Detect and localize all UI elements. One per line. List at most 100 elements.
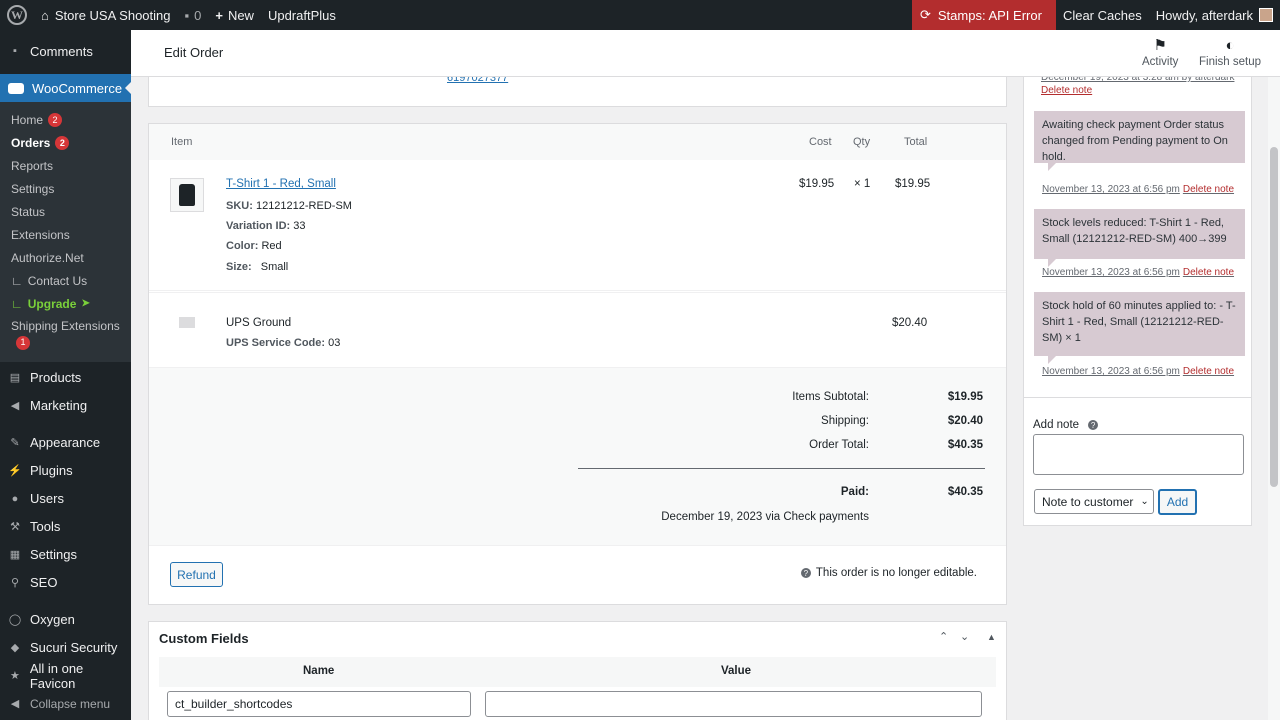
note-meta: November 13, 2023 at 6:56 pm Delete note: [1042, 184, 1235, 195]
col-cost: Cost: [809, 136, 832, 148]
order-note: Stock hold of 60 minutes applied to: - T…: [1034, 292, 1245, 364]
note-type-select[interactable]: Note to customer ⌄: [1034, 489, 1154, 514]
sidebar-item-sucuri[interactable]: ◆ Sucuri Security: [0, 634, 131, 662]
sidebar-item-extensions[interactable]: Extensions: [0, 223, 131, 246]
sidebar-item-settings-main[interactable]: ▦ Settings: [0, 541, 131, 569]
toggle-panel-icon[interactable]: ▲: [987, 632, 996, 642]
sidebar-item-products[interactable]: ▤ Products: [0, 364, 131, 392]
sidebar-item-marketing[interactable]: ◀ Marketing: [0, 392, 131, 420]
sidebar-item-home[interactable]: Home 2: [0, 108, 131, 131]
shipping-total: $20.40: [892, 317, 928, 329]
paintbrush-icon: ✎: [10, 436, 20, 449]
delete-note-link[interactable]: Delete note: [1183, 366, 1234, 377]
item-qty: × 1: [854, 178, 871, 190]
product-link[interactable]: T-Shirt 1 - Red, Small: [226, 178, 336, 190]
paid-label: Paid:: [840, 486, 869, 498]
new-content-link[interactable]: + New: [208, 0, 261, 30]
help-icon: ?: [1088, 420, 1099, 430]
order-note: Awaiting check payment Order status chan…: [1034, 111, 1245, 171]
help-icon: ?: [800, 568, 811, 578]
delete-note-link[interactable]: Delete note: [1041, 85, 1092, 96]
sidebar-item-oxygen[interactable]: ◯ Oxygen: [0, 606, 131, 634]
col-item: Item: [171, 136, 193, 148]
sidebar-item-contact[interactable]: ∟ Contact Us: [0, 269, 131, 292]
refund-button[interactable]: Refund: [170, 562, 223, 587]
shipping-value: $20.40: [947, 415, 983, 427]
clear-caches-link[interactable]: Clear Caches: [1056, 0, 1149, 30]
item-total: $19.95: [895, 178, 931, 190]
custom-fields-header: Name Value: [159, 657, 996, 687]
delete-note-link[interactable]: Delete note: [1183, 184, 1234, 195]
site-name-link[interactable]: ⌂ Store USA Shooting: [34, 0, 178, 30]
sidebar-item-users[interactable]: ● Users: [0, 485, 131, 513]
page-title: Edit Order: [164, 45, 224, 60]
page-scrollbar[interactable]: [1268, 77, 1280, 720]
sidebar-item-plugins[interactable]: ⚡ Plugins: [0, 457, 131, 485]
oxygen-icon: ◯: [8, 613, 22, 626]
items-table-header: Item Cost Qty Total: [149, 124, 1006, 160]
updraftplus-link[interactable]: UpdraftPlus: [261, 0, 343, 30]
stamps-api-error[interactable]: ⟳ Stamps: API Error: [911, 0, 1056, 30]
sub-arrow-icon: ∟: [11, 296, 23, 311]
search-icon: ⚲: [10, 576, 20, 589]
sidebar-item-tools[interactable]: ⚒ Tools: [0, 513, 131, 541]
comments-link[interactable]: ▪ 0: [178, 0, 209, 30]
add-note-textarea[interactable]: [1033, 434, 1244, 475]
col-total: Total: [904, 136, 928, 148]
custom-fields-title: Custom Fields: [159, 631, 249, 646]
ups-service-code: UPS Service Code: 03: [226, 337, 341, 349]
sidebar-item-favicon[interactable]: ★ All in one Favicon: [0, 661, 131, 691]
shipping-label: Shipping:: [821, 415, 869, 427]
half-circle-icon: ◐: [1225, 37, 1235, 54]
custom-field-value-input[interactable]: [485, 691, 982, 717]
delete-note-link[interactable]: Delete note: [1183, 267, 1234, 278]
star-icon: ★: [9, 669, 20, 682]
my-account-link[interactable]: Howdy, afterdark: [1149, 0, 1280, 30]
finish-setup-button[interactable]: ◐ Finish setup: [1199, 36, 1261, 68]
comment-icon: ▪: [184, 7, 190, 23]
add-note-button[interactable]: Add: [1158, 489, 1197, 515]
sidebar-item-comments[interactable]: ▪ Comments: [0, 36, 131, 66]
order-total-label: Order Total:: [809, 439, 869, 451]
sidebar-item-seo[interactable]: ⚲ SEO: [0, 569, 131, 597]
chevron-down-icon[interactable]: ⌄: [960, 630, 969, 643]
sidebar-item-status[interactable]: Status: [0, 200, 131, 223]
home-icon: ⌂: [41, 7, 49, 23]
flag-icon: ⚑: [1153, 37, 1167, 54]
tshirt-icon: [179, 184, 195, 206]
notes-divider: [1024, 397, 1251, 398]
sidebar-item-woocommerce[interactable]: WooCommerce: [0, 74, 131, 102]
shipping-row: UPS Ground UPS Service Code: 03 $20.40: [149, 292, 1006, 368]
chevron-up-icon[interactable]: ⌃: [939, 630, 948, 643]
collapse-icon: ◀: [10, 697, 20, 710]
sidebar-item-shipping-extensions[interactable]: Shipping Extensions1: [0, 315, 131, 354]
woocommerce-header: Edit Order ⚑ Activity ◐ Finish setup: [131, 30, 1280, 77]
order-items-panel: Item Cost Qty Total T-Shirt 1 - Red, Sma…: [148, 123, 1007, 605]
col-qty: Qty: [853, 136, 871, 148]
woocommerce-icon: [8, 82, 24, 94]
sidebar-item-settings[interactable]: Settings: [0, 177, 131, 200]
color-meta: Color: Red: [226, 240, 282, 252]
sidebar-item-authorize[interactable]: Authorize.Net: [0, 246, 131, 269]
wp-logo-menu[interactable]: W: [0, 0, 34, 30]
col-name: Name: [303, 665, 335, 677]
woocommerce-submenu: Home 2 Orders 2 Reports Settings Status Ex…: [0, 102, 131, 362]
plus-icon: +: [215, 7, 223, 23]
activity-button[interactable]: ⚑ Activity: [1142, 36, 1178, 68]
sidebar-item-appearance[interactable]: ✎ Appearance: [0, 429, 131, 457]
collapse-menu-button[interactable]: ◀ Collapse menu: [0, 690, 131, 718]
shipping-method: UPS Ground: [226, 317, 292, 329]
item-cost: $19.95: [799, 178, 835, 190]
comments-icon: ▪: [13, 45, 17, 57]
sidebar-item-upgrade[interactable]: ∟ Upgrade ➤: [0, 292, 131, 315]
truck-icon: [179, 317, 195, 328]
order-notes-panel: December 19, 2023 at 3:28 am by afterdar…: [1023, 60, 1252, 526]
sidebar-item-orders[interactable]: Orders 2: [0, 131, 131, 154]
sidebar-item-reports[interactable]: Reports: [0, 154, 131, 177]
avatar: [1259, 8, 1273, 22]
scrollbar-thumb[interactable]: [1270, 147, 1278, 487]
admin-bar: W ⌂ Store USA Shooting ▪ 0 + New UpdraftPlu…: [0, 0, 1280, 30]
sucuri-icon: ◆: [10, 641, 20, 654]
custom-field-name-input[interactable]: ct_builder_shortcodes: [167, 691, 471, 717]
note-meta: November 13, 2023 at 6:56 pm Delete note: [1042, 267, 1235, 278]
